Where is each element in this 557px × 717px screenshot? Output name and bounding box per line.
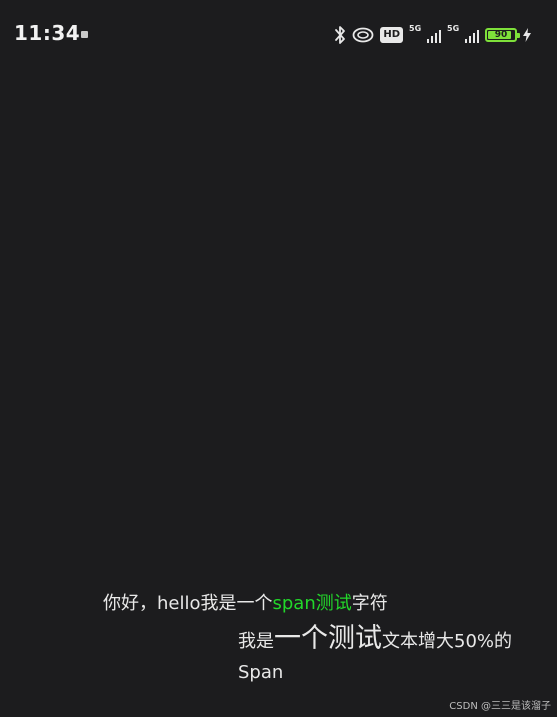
line1-green-span: span测试	[272, 593, 352, 614]
battery-level: 90	[494, 30, 508, 40]
nfc-icon	[352, 27, 374, 43]
span-text-line-2: 我是一个测试文本增大50%的 Span	[238, 622, 557, 687]
status-bar: 11:34 HD 5G 5G 90	[0, 0, 557, 70]
charging-icon	[523, 28, 531, 42]
signal-icon-2: 5G	[447, 24, 479, 45]
span-text-line-1: 你好，hello我是一个span测试字符	[103, 589, 388, 615]
signal-icon-1: 5G	[409, 24, 441, 45]
status-icons: HD 5G 5G 90	[334, 24, 531, 45]
line2-suffix: 文本增大50%的	[382, 631, 513, 652]
hd-badge: HD	[380, 27, 403, 43]
network-type-1: 5G	[409, 24, 422, 33]
battery-icon: 90	[485, 28, 520, 42]
line1-prefix: 你好，hello我是一个	[103, 593, 273, 614]
network-type-2: 5G	[447, 24, 460, 33]
line2-span-word: Span	[238, 662, 284, 683]
line2-enlarged-span: 一个测试	[274, 623, 382, 654]
clock: 11:34	[14, 21, 81, 45]
watermark: CSDN @三三是该溜子	[449, 701, 551, 712]
line1-suffix: 字符	[351, 593, 388, 614]
line2-prefix: 我是	[238, 631, 274, 652]
bluetooth-icon	[335, 26, 346, 44]
notification-icon	[81, 31, 88, 38]
